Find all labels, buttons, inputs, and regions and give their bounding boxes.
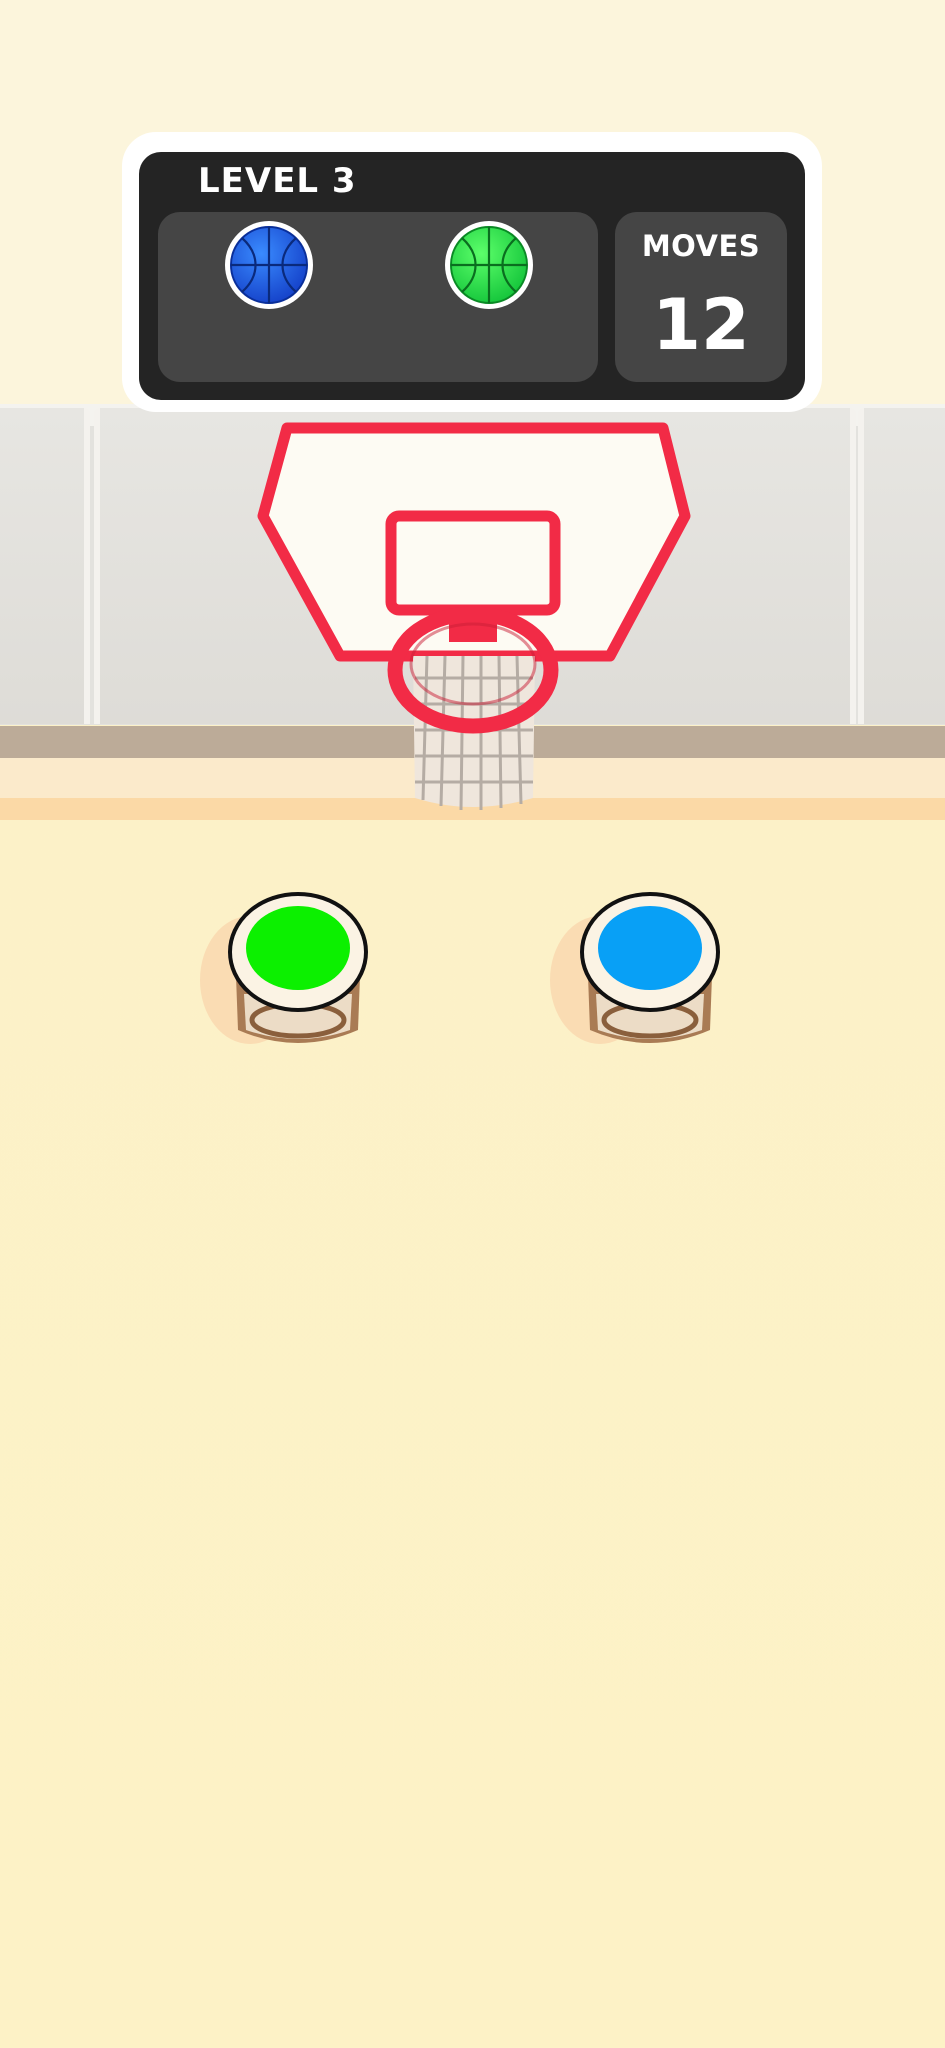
level-title: LEVEL 3 (198, 161, 357, 201)
bucket-icon[interactable] (178, 880, 378, 1080)
moves-counter: 12 (652, 284, 750, 366)
bucket-icon[interactable] (530, 880, 730, 1080)
wall-pad-left (0, 408, 90, 724)
game-scene: LEVEL 3 MOVES 12 (0, 0, 945, 2048)
basketball-icon (225, 221, 313, 309)
moves-label: MOVES (641, 229, 761, 263)
basketball-hoop (257, 422, 691, 811)
basketball-icon (445, 221, 533, 309)
wall-pad-right (858, 408, 945, 724)
